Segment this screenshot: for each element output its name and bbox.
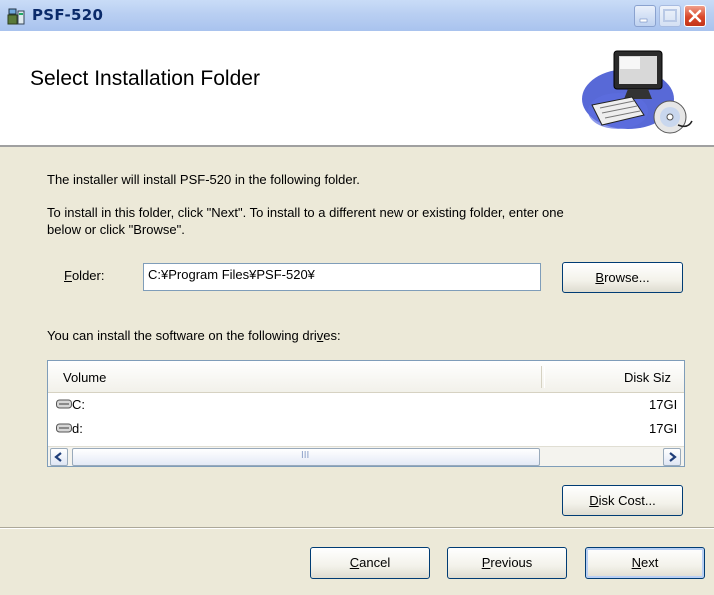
- close-icon: [688, 9, 702, 23]
- page-title: Select Installation Folder: [30, 67, 260, 90]
- browse-button[interactable]: Browse...: [562, 262, 683, 293]
- header-banner: Select Installation Folder: [0, 31, 714, 147]
- drive-icon: [56, 423, 72, 433]
- drives-text: You can install the software on the foll…: [47, 328, 341, 343]
- arrow-left-icon: [54, 452, 62, 462]
- folder-input[interactable]: C:¥Program Files¥PSF-520¥: [143, 263, 541, 291]
- computer-cd-icon: [582, 50, 693, 134]
- disk-cost-button[interactable]: Disk Cost...: [562, 485, 683, 516]
- window-title: PSF-520: [32, 6, 104, 24]
- column-disk-size[interactable]: Disk Siz: [624, 370, 684, 385]
- close-button[interactable]: [684, 5, 706, 27]
- drives-list[interactable]: Volume Disk Siz C: 17GI d: 17GI III: [47, 360, 685, 467]
- drive-icon: [56, 399, 72, 409]
- minimize-button[interactable]: [634, 5, 656, 27]
- footer-divider: [0, 527, 714, 529]
- maximize-icon: [663, 9, 677, 22]
- cancel-button[interactable]: Cancel: [310, 547, 430, 579]
- volume-name: d:: [72, 421, 83, 436]
- column-volume[interactable]: Volume: [63, 370, 106, 385]
- intro-text: The installer will install PSF-520 in th…: [47, 172, 360, 187]
- disk-size-value: 17GI: [649, 421, 678, 436]
- column-separator[interactable]: [541, 366, 545, 388]
- folder-label: Folder:: [64, 268, 105, 283]
- scroll-right-button[interactable]: [663, 448, 681, 466]
- horizontal-scrollbar[interactable]: III: [48, 446, 684, 466]
- scroll-thumb[interactable]: III: [72, 448, 540, 466]
- disk-size-value: 17GI: [649, 397, 678, 412]
- arrow-right-icon: [669, 452, 677, 462]
- list-item-c[interactable]: C: 17GI: [48, 396, 684, 414]
- scroll-left-button[interactable]: [50, 448, 68, 466]
- title-bar[interactable]: PSF-520: [0, 0, 714, 32]
- minimize-icon: [639, 18, 648, 23]
- instructions-line-2: below or click "Browse".: [47, 222, 185, 237]
- instructions-line-1: To install in this folder, click "Next".…: [47, 205, 564, 220]
- installer-icon: [7, 8, 25, 25]
- installer-window: PSF-520 Select Installation Folder The i…: [0, 0, 714, 595]
- next-button[interactable]: Next: [585, 547, 705, 579]
- volume-name: C:: [72, 397, 85, 412]
- scroll-grip: III: [301, 450, 310, 461]
- list-item-d[interactable]: d: 17GI: [48, 420, 684, 438]
- previous-button[interactable]: Previous: [447, 547, 567, 579]
- maximize-button[interactable]: [659, 5, 681, 27]
- list-header: Volume Disk Siz: [48, 361, 684, 393]
